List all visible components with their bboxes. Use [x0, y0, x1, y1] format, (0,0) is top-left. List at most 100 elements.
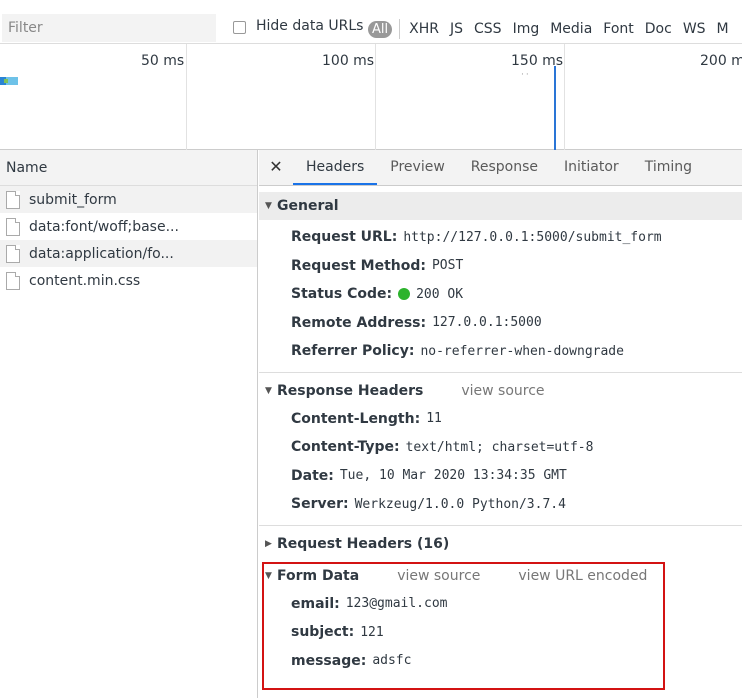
filter-toolbar: Hide data URLs All XHR JS CSS Img Media …: [0, 0, 742, 44]
view-url-encoded-link[interactable]: view URL encoded: [518, 568, 647, 584]
form-data-key: subject:: [291, 624, 355, 641]
section-divider: [259, 371, 742, 373]
header-key: Request URL:: [291, 229, 398, 246]
request-row-css[interactable]: content.min.css: [0, 267, 257, 294]
status-ok-icon: [398, 288, 411, 301]
form-data-key: email:: [291, 595, 340, 612]
header-key: Server:: [291, 496, 349, 513]
tab-response[interactable]: Response: [458, 150, 551, 185]
header-value: 11: [426, 411, 442, 427]
document-icon: [6, 190, 20, 209]
request-headers-section-header[interactable]: ▶ Request Headers (16): [259, 530, 742, 558]
filter-input[interactable]: [2, 14, 216, 42]
form-data-row: email: 123@gmail.com: [259, 590, 742, 619]
header-row: Content-Length: 11: [259, 405, 742, 434]
document-icon: [6, 244, 20, 263]
response-headers-section: Content-Length: 11 Content-Type: text/ht…: [259, 405, 742, 519]
filter-css-button[interactable]: CSS: [474, 21, 502, 37]
form-data-row: subject: 121: [259, 618, 742, 647]
section-title: Response Headers: [277, 382, 424, 399]
response-headers-section-header[interactable]: ▼ Response Headers view source: [259, 377, 742, 405]
details-tabbar: ✕ Headers Preview Response Initiator Tim…: [259, 150, 742, 186]
section-divider: [259, 524, 742, 526]
header-row: Request Method: POST: [259, 252, 742, 281]
document-icon: [6, 271, 20, 290]
load-event-line: [554, 66, 556, 150]
request-details-panel: ✕ Headers Preview Response Initiator Tim…: [259, 150, 742, 698]
network-overview-timeline[interactable]: 50 ms 100 ms 150 ms 200 m ··: [0, 44, 742, 150]
header-value: http://127.0.0.1:5000/submit_form: [403, 229, 662, 245]
filter-js-button[interactable]: JS: [450, 21, 463, 37]
hide-data-urls-label[interactable]: Hide data URLs: [256, 18, 363, 34]
header-row: Remote Address: 127.0.0.1:5000: [259, 309, 742, 338]
request-list: Name submit_form data:font/woff;base... …: [0, 150, 258, 698]
resource-type-filters: All XHR JS CSS Img Media Font Doc WS M: [368, 16, 740, 42]
request-row-submit-form[interactable]: submit_form: [0, 186, 257, 213]
filter-xhr-button[interactable]: XHR: [409, 21, 439, 37]
name-column-header[interactable]: Name: [0, 150, 257, 186]
header-key: Request Method:: [291, 257, 426, 274]
request-row-font[interactable]: data:font/woff;base...: [0, 213, 257, 240]
filter-all-button[interactable]: All: [368, 20, 393, 38]
expand-caret-icon: ▼: [265, 201, 272, 211]
header-row: Status Code: 200 OK: [259, 280, 742, 309]
tab-initiator[interactable]: Initiator: [551, 150, 632, 185]
form-data-value: 123@gmail.com: [345, 596, 448, 612]
section-title: Request Headers (16): [277, 535, 450, 552]
header-key: Remote Address:: [291, 314, 427, 331]
header-row: Server: Werkzeug/1.0.0 Python/3.7.4: [259, 490, 742, 519]
header-value: POST: [431, 258, 464, 274]
timeline-tick-label: 100 ms: [322, 53, 375, 69]
header-value: 200 OK: [416, 286, 464, 302]
header-value: text/html; charset=utf-8: [405, 439, 594, 455]
form-data-value: adsfc: [372, 653, 412, 669]
form-data-key: message:: [291, 652, 367, 669]
timeline-grid-line: [375, 44, 376, 150]
filter-separator: [399, 19, 401, 39]
tab-timing[interactable]: Timing: [632, 150, 705, 185]
filter-font-button[interactable]: Font: [603, 21, 633, 37]
header-key: Content-Length:: [291, 410, 421, 427]
header-value: 127.0.0.1:5000: [432, 315, 542, 331]
view-source-link[interactable]: view source: [397, 568, 480, 584]
header-key: Referrer Policy:: [291, 343, 415, 360]
header-row: Referrer Policy: no-referrer-when-downgr…: [259, 337, 742, 366]
dom-content-loaded-marker: ··: [521, 70, 531, 80]
header-key: Content-Type:: [291, 439, 400, 456]
request-name: content.min.css: [29, 272, 141, 289]
document-icon: [6, 217, 20, 236]
hide-data-urls-checkbox[interactable]: [233, 21, 246, 34]
request-name: submit_form: [29, 191, 117, 208]
timeline-grid-line: [564, 44, 565, 150]
form-data-section: email: 123@gmail.com subject: 121 messag…: [259, 590, 742, 676]
filter-ws-button[interactable]: WS: [683, 21, 706, 37]
header-value: no-referrer-when-downgrade: [420, 343, 624, 359]
form-data-row: message: adsfc: [259, 647, 742, 676]
header-key: Status Code:: [291, 286, 393, 303]
filter-doc-button[interactable]: Doc: [645, 21, 672, 37]
timeline-grid-line: [186, 44, 187, 150]
expand-caret-icon: ▼: [265, 570, 272, 581]
general-section-header[interactable]: ▼ General: [259, 192, 742, 220]
filter-manifest-button[interactable]: M: [717, 21, 729, 37]
header-value: Werkzeug/1.0.0 Python/3.7.4: [354, 496, 566, 512]
expand-caret-icon: ▼: [265, 385, 272, 396]
section-title: General: [277, 198, 339, 214]
view-source-link[interactable]: view source: [461, 383, 544, 399]
header-row: Content-Type: text/html; charset=utf-8: [259, 433, 742, 462]
request-name: data:application/fo...: [29, 245, 174, 262]
tab-preview[interactable]: Preview: [377, 150, 458, 185]
request-waterfall-bar: [0, 77, 18, 85]
filter-img-button[interactable]: Img: [513, 21, 540, 37]
tab-headers[interactable]: Headers: [293, 150, 378, 185]
form-data-section-header[interactable]: ▼ Form Data view source view URL encoded: [259, 562, 742, 590]
request-row-application[interactable]: data:application/fo...: [0, 240, 257, 267]
close-icon[interactable]: ✕: [259, 150, 293, 185]
filter-media-button[interactable]: Media: [550, 21, 592, 37]
section-title: Form Data: [277, 567, 360, 584]
header-row: Request URL: http://127.0.0.1:5000/submi…: [259, 223, 742, 252]
header-row: Date: Tue, 10 Mar 2020 13:34:35 GMT: [259, 462, 742, 491]
collapse-caret-icon: ▶: [265, 538, 272, 549]
form-data-value: 121: [360, 624, 384, 640]
header-key: Date:: [291, 467, 334, 484]
